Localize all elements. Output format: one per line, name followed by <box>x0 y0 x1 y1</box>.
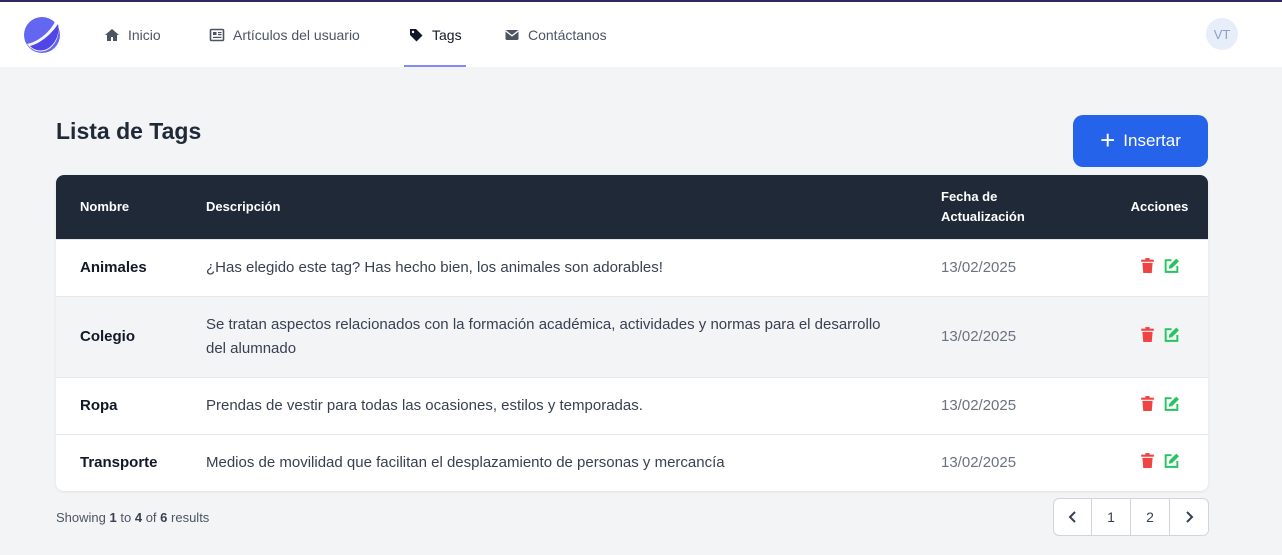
newspaper-icon <box>209 28 225 41</box>
cell-description: Medios de movilidad que facilitan el des… <box>206 453 725 471</box>
cell-name: Ropa <box>80 397 118 414</box>
cell-name: Colegio <box>80 328 135 345</box>
table-row: Animales ¿Has elegido este tag? Has hech… <box>56 239 1208 296</box>
results-summary: Showing 1 to 4 of 6 results <box>56 510 209 525</box>
edit-icon[interactable] <box>1163 257 1180 274</box>
nav-item-label: Contáctanos <box>528 26 607 43</box>
results-showing-word: Showing <box>56 510 106 525</box>
envelope-icon <box>505 29 519 40</box>
home-icon <box>105 28 119 41</box>
nav-item-inicio[interactable]: Inicio <box>104 2 161 67</box>
cell-date: 13/02/2025 <box>941 259 1017 276</box>
results-of-word: of <box>145 510 157 525</box>
nav-item-label: Inicio <box>128 26 161 43</box>
cell-date: 13/02/2025 <box>941 397 1017 414</box>
column-header-descripcion: Descripción <box>206 198 281 214</box>
edit-icon[interactable] <box>1163 326 1180 343</box>
column-header-acciones: Acciones <box>1130 198 1189 214</box>
navbar: Inicio Artículos del usuario Tags Contác… <box>0 2 1282 67</box>
table-row: Ropa Prendas de vestir para todas las oc… <box>56 377 1208 434</box>
cell-name: Animales <box>80 259 147 276</box>
column-header-fecha-line1: Fecha de <box>941 188 998 204</box>
logo-icon[interactable] <box>23 16 61 54</box>
trash-icon[interactable] <box>1139 395 1156 412</box>
page-title: Lista de Tags <box>56 118 202 144</box>
edit-icon[interactable] <box>1163 395 1180 412</box>
pagination-prev-button[interactable] <box>1054 499 1092 535</box>
cell-actions <box>1111 434 1208 491</box>
plus-icon: + <box>1100 124 1116 155</box>
pagination: 1 2 <box>1053 498 1209 536</box>
pagination-page-1[interactable]: 1 <box>1092 499 1131 535</box>
tags-table: Nombre Descripción Fecha de Actualizació… <box>56 175 1208 491</box>
results-to: 4 <box>134 510 143 525</box>
cell-name: Transporte <box>80 454 158 472</box>
trash-icon[interactable] <box>1139 257 1156 274</box>
results-total: 6 <box>160 510 168 525</box>
results-from: 1 <box>109 510 117 525</box>
nav-item-contactanos[interactable]: Contáctanos <box>504 2 607 67</box>
column-header-fecha-line2: Actualización <box>941 208 1025 224</box>
results-word: results <box>171 510 210 525</box>
cell-date: 13/02/2025 <box>941 454 1017 472</box>
cell-description: Prendas de vestir para todas las ocasion… <box>206 396 643 414</box>
pagination-next-button[interactable] <box>1170 499 1208 535</box>
cell-description: ¿Has elegido este tag? Has hecho bien, l… <box>206 258 663 276</box>
insert-button[interactable]: + Insertar <box>1073 115 1208 167</box>
pagination-page-2[interactable]: 2 <box>1131 499 1170 535</box>
results-to-word: to <box>120 510 132 525</box>
tag-icon <box>410 28 423 41</box>
table-header-row: Nombre Descripción Fecha de Actualizació… <box>56 175 1208 239</box>
table-row: Transporte Medios de movilidad que facil… <box>56 434 1208 491</box>
nav-item-label: Artículos del usuario <box>233 26 360 43</box>
nav-item-tags[interactable]: Tags <box>404 2 466 67</box>
chevron-left-icon <box>1068 511 1076 523</box>
trash-icon[interactable] <box>1139 326 1156 343</box>
insert-button-label: Insertar <box>1123 131 1181 150</box>
column-header-nombre: Nombre <box>80 198 130 214</box>
column-header-fecha: Fecha de Actualización <box>941 175 1111 239</box>
trash-icon[interactable] <box>1139 452 1156 469</box>
cell-date: 13/02/2025 <box>941 328 1017 345</box>
cell-actions <box>1111 239 1208 296</box>
cell-actions <box>1111 296 1208 377</box>
avatar[interactable]: VT <box>1206 18 1238 50</box>
cell-description: Se tratan aspectos relacionados con la f… <box>206 315 881 357</box>
table-row: Colegio Se tratan aspectos relacionados … <box>56 296 1208 377</box>
nav-item-articulos[interactable]: Artículos del usuario <box>209 2 360 67</box>
nav-item-label: Tags <box>432 26 462 43</box>
edit-icon[interactable] <box>1163 452 1180 469</box>
cell-actions <box>1111 377 1208 434</box>
chevron-right-icon <box>1186 511 1194 523</box>
